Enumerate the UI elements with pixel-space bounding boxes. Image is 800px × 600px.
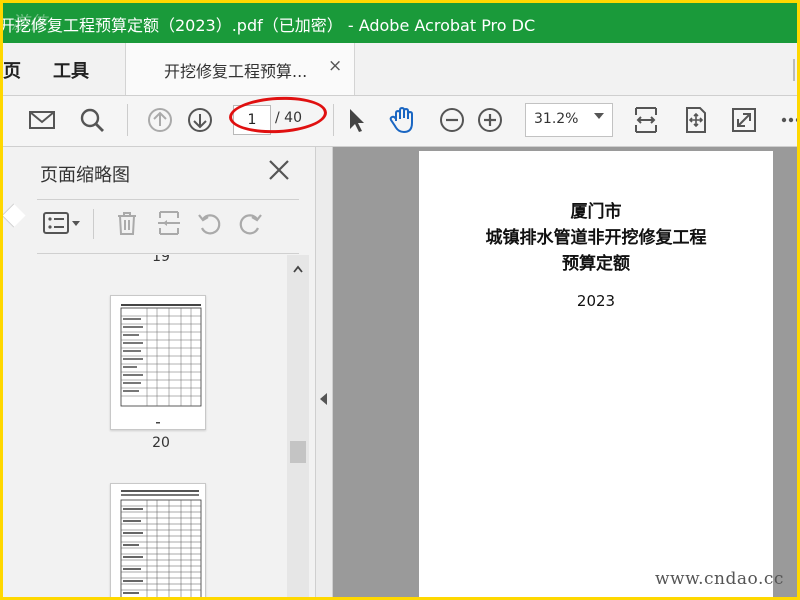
annotation-circle [228, 94, 328, 136]
select-arrow-icon[interactable] [341, 105, 371, 135]
close-tab-icon[interactable]: × [328, 56, 342, 76]
thumbnail-page-21[interactable] [110, 483, 206, 597]
delete-icon[interactable] [113, 209, 141, 237]
pdf-page: 厦门市 城镇排水管道非开挖修复工程 预算定额 2023 [419, 151, 773, 597]
fit-page-icon[interactable] [681, 105, 711, 135]
panel-collapse-handle[interactable] [316, 147, 333, 597]
chevron-left-icon [320, 393, 327, 405]
document-tab-label: 开挖修复工程预算... [164, 62, 308, 81]
hand-icon[interactable] [387, 105, 417, 135]
thumbnails-panel: 页面缩略图 19 20 [3, 147, 316, 597]
scrollbar-thumb[interactable] [290, 441, 306, 463]
panel-pointer [3, 203, 26, 228]
toolbar-separator [333, 104, 334, 136]
zoom-out-icon[interactable] [437, 105, 467, 135]
thumbnail-page-label: 19 [152, 255, 170, 265]
page-down-icon[interactable] [185, 105, 215, 135]
chevron-down-icon [594, 113, 604, 119]
thumbnail-scrollbar[interactable] [287, 255, 309, 597]
menu-tools[interactable]: 工具 [53, 57, 89, 83]
divider [37, 253, 299, 254]
doc-heading-line: 预算定额 [562, 254, 630, 274]
more-icon[interactable] [775, 105, 797, 135]
doc-heading-line: 厦门市 [570, 202, 622, 222]
insert-page-icon[interactable] [155, 209, 183, 237]
divider [37, 199, 299, 200]
mail-icon[interactable] [27, 105, 57, 135]
chevron-up-icon[interactable] [293, 265, 303, 273]
toolbar-separator [93, 209, 94, 239]
thumbnail-list: 19 20 [37, 255, 285, 597]
tab-bar: 页 工具 开挖修复工程预算... × [3, 43, 797, 96]
document-tab[interactable]: 开挖修复工程预算... × [125, 43, 355, 95]
zoom-level-select[interactable]: 31.2% [525, 103, 613, 137]
window-title: 开挖修复工程预算定额（2023）.pdf（已加密） - Adobe Acroba… [3, 16, 536, 35]
zoom-level-value: 31.2% [534, 111, 579, 127]
fit-width-icon[interactable] [631, 105, 661, 135]
site-watermark: www.cndao.cc [655, 569, 784, 589]
acrobat-window: 游侠 开挖修复工程预算定额（2023）.pdf（已加密） - Adobe Acr… [3, 3, 797, 597]
panel-title: 页面缩略图 [40, 165, 130, 186]
options-menu-icon[interactable] [41, 209, 83, 237]
rotate-cw-icon[interactable] [237, 209, 265, 237]
doc-heading-line: 城镇排水管道非开挖修复工程 [485, 228, 707, 248]
zoom-in-icon[interactable] [475, 105, 505, 135]
toolbar-separator [127, 104, 128, 136]
fullscreen-icon[interactable] [729, 105, 759, 135]
thumbnail-page-20[interactable] [110, 295, 206, 430]
main-toolbar: 1 / 40 31.2% [3, 94, 797, 147]
search-icon[interactable] [77, 105, 107, 135]
page-up-icon[interactable] [145, 105, 175, 135]
close-icon[interactable] [266, 157, 292, 183]
doc-year: 2023 [576, 292, 616, 310]
thumbnail-page-label: 20 [152, 435, 170, 451]
menu-home[interactable]: 页 [3, 57, 21, 83]
title-bar: 游侠 开挖修复工程预算定额（2023）.pdf（已加密） - Adobe Acr… [3, 3, 797, 43]
rotate-ccw-icon[interactable] [195, 209, 223, 237]
tab-bar-divider [793, 59, 795, 81]
